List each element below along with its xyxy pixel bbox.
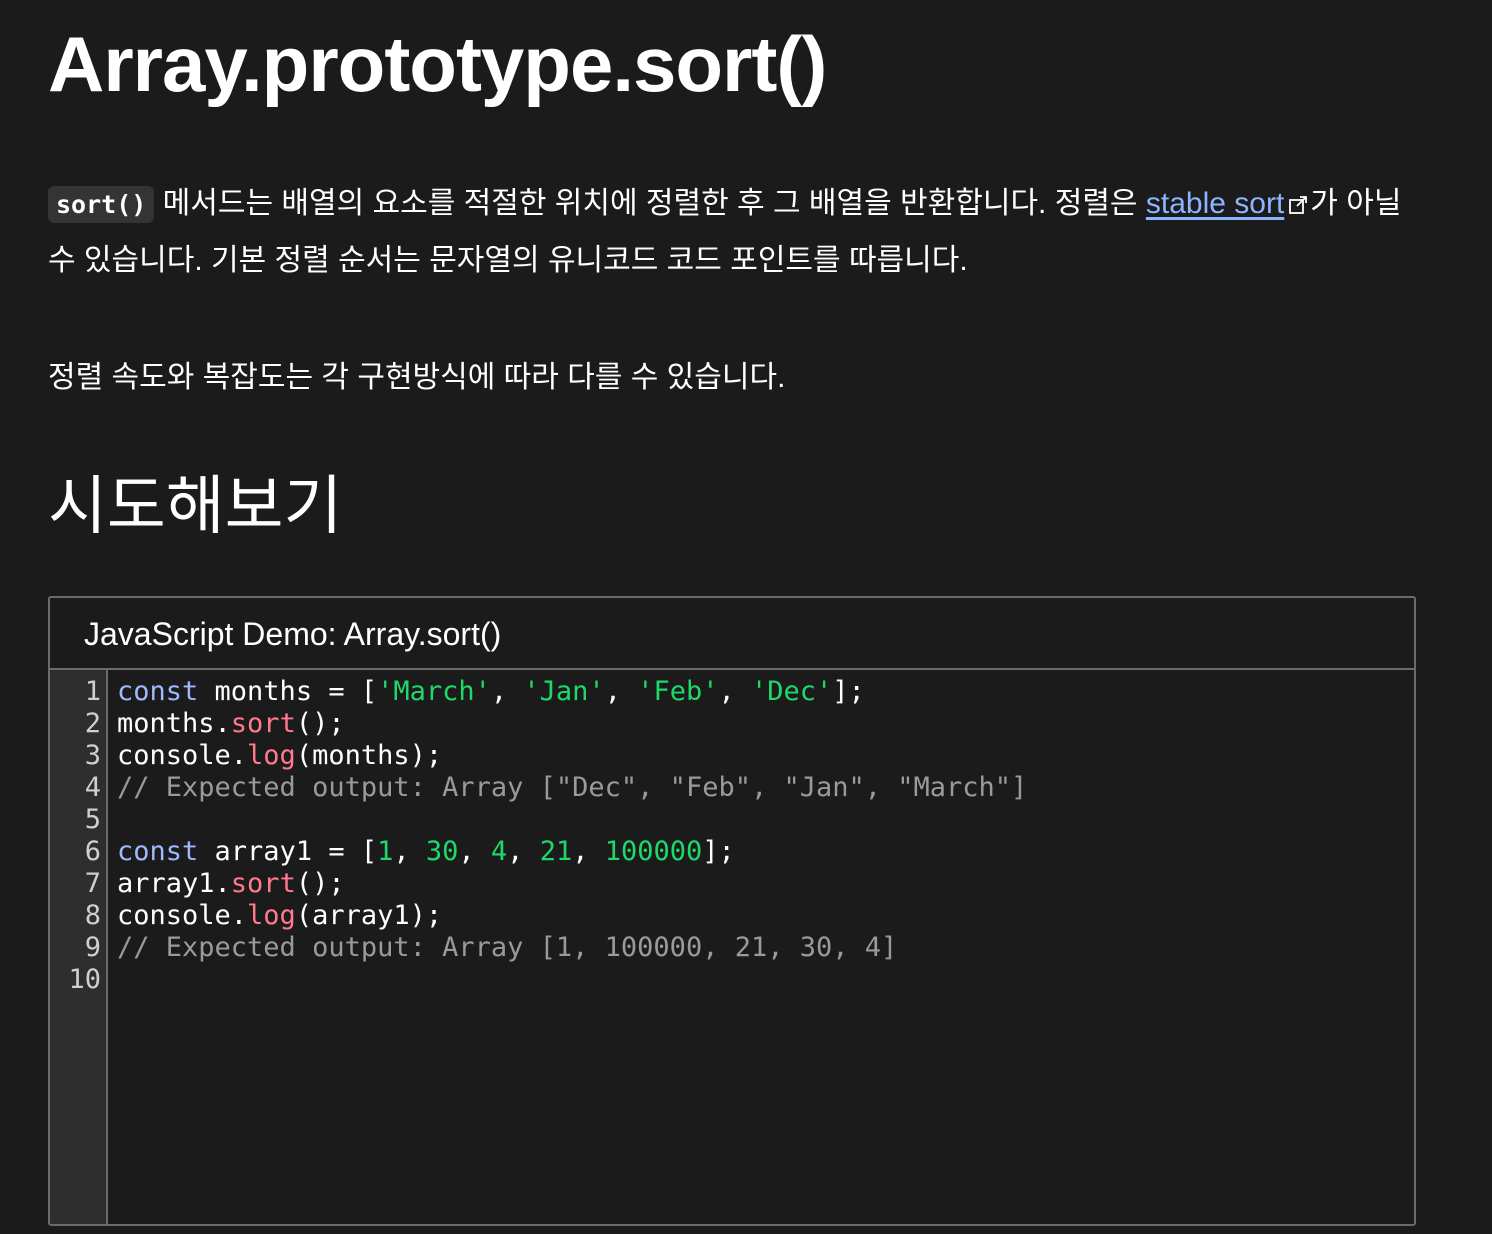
code-token-number: 100000 xyxy=(604,836,703,867)
external-link-icon xyxy=(1289,196,1308,214)
line-number: 9 xyxy=(84,932,101,963)
code-line[interactable]: months.sort(); xyxy=(117,708,1414,740)
code-token-number: 4 xyxy=(490,836,508,867)
code-token-plain: , xyxy=(718,676,751,707)
line-number: 4 xyxy=(84,772,101,803)
line-number: 2 xyxy=(84,708,101,739)
code-token-number: 30 xyxy=(425,836,459,867)
code-line[interactable]: const array1 = [1, 30, 4, 21, 100000]; xyxy=(117,836,1414,868)
code-token-plain: ]; xyxy=(702,836,735,867)
code-token-plain: console. xyxy=(117,740,248,771)
code-token-plain: , xyxy=(507,836,540,867)
line-number: 10 xyxy=(68,964,101,995)
code-token-method: sort xyxy=(230,868,296,899)
code-token-string: 'Dec' xyxy=(751,676,833,707)
code-token-plain: (array1); xyxy=(295,900,443,931)
code-token-string: 'Jan' xyxy=(523,676,605,707)
code-token-string: 'Feb' xyxy=(637,676,719,707)
code-token-plain: , xyxy=(458,836,491,867)
line-number: 3 xyxy=(84,740,101,771)
code-token-comment: // Expected output: Array [1, 100000, 21… xyxy=(117,932,898,963)
code-line[interactable]: ​ xyxy=(117,964,1414,996)
interactive-demo: JavaScript Demo: Array.sort() 1234567891… xyxy=(48,596,1416,1226)
code-area[interactable]: const months = ['March', 'Jan', 'Feb', '… xyxy=(108,670,1414,1224)
inline-code-sort: sort() xyxy=(48,186,155,223)
code-line[interactable]: ​ xyxy=(117,804,1414,836)
code-token-number: 21 xyxy=(539,836,573,867)
performance-note: 정렬 속도와 복잡도는 각 구현방식에 따라 다를 수 있습니다. xyxy=(48,361,786,394)
code-token-plain: array1. xyxy=(117,868,231,899)
code-token-plain: months = [ xyxy=(198,676,378,707)
code-line[interactable]: // Expected output: Array [1, 100000, 21… xyxy=(117,932,1414,964)
code-token-plain: (); xyxy=(295,708,345,739)
code-token-keyword: const xyxy=(117,676,199,707)
code-token-plain: array1 = [ xyxy=(198,836,378,867)
demo-title: JavaScript Demo: Array.sort() xyxy=(50,598,1414,670)
code-token-comment: // Expected output: Array ["Dec", "Feb",… xyxy=(117,772,1028,803)
intro-text-before-link: 메서드는 배열의 요소를 적절한 위치에 정렬한 후 그 배열을 반환합니다. … xyxy=(154,187,1146,220)
code-token-method: log xyxy=(247,900,296,931)
code-line[interactable]: console.log(months); xyxy=(117,740,1414,772)
code-token-method: log xyxy=(247,740,296,771)
code-token-plain: , xyxy=(572,836,605,867)
code-token-number: 1 xyxy=(377,836,394,867)
code-line[interactable]: array1.sort(); xyxy=(117,868,1414,900)
line-number: 5 xyxy=(84,804,101,835)
line-number: 8 xyxy=(84,900,101,931)
code-token-plain: (months); xyxy=(295,740,443,771)
code-token-plain: months. xyxy=(117,708,231,739)
line-number-gutter: 1 2 3 4 5 6 7 8 9 10 xyxy=(50,670,108,1224)
code-line[interactable]: console.log(array1); xyxy=(117,900,1414,932)
page-title: Array.prototype.sort() xyxy=(48,20,827,108)
line-number: 6 xyxy=(84,836,101,867)
code-token-method: sort xyxy=(230,708,296,739)
stable-sort-link[interactable]: stable sort xyxy=(1146,187,1284,220)
code-line[interactable]: const months = ['March', 'Jan', 'Feb', '… xyxy=(117,676,1414,708)
code-editor[interactable]: 1 2 3 4 5 6 7 8 9 10 const months = ['March', 'Ja… xyxy=(50,670,1414,1224)
line-number: 7 xyxy=(84,868,101,899)
try-it-heading: 시도해보기 xyxy=(48,470,343,542)
code-token-plain: , xyxy=(393,836,426,867)
intro-paragraph: sort() 메서드는 배열의 요소를 적절한 위치에 정렬한 후 그 배열을 … xyxy=(48,176,1428,289)
code-token-string: 'March' xyxy=(377,676,491,707)
code-token-plain: (); xyxy=(295,868,345,899)
code-token-plain: ]; xyxy=(832,676,865,707)
line-number: 1 xyxy=(84,676,101,707)
code-token-plain: , xyxy=(604,676,638,707)
code-line[interactable]: // Expected output: Array ["Dec", "Feb",… xyxy=(117,772,1414,804)
code-token-keyword: const xyxy=(117,836,199,867)
code-token-plain: console. xyxy=(117,900,248,931)
code-token-plain: , xyxy=(490,676,524,707)
